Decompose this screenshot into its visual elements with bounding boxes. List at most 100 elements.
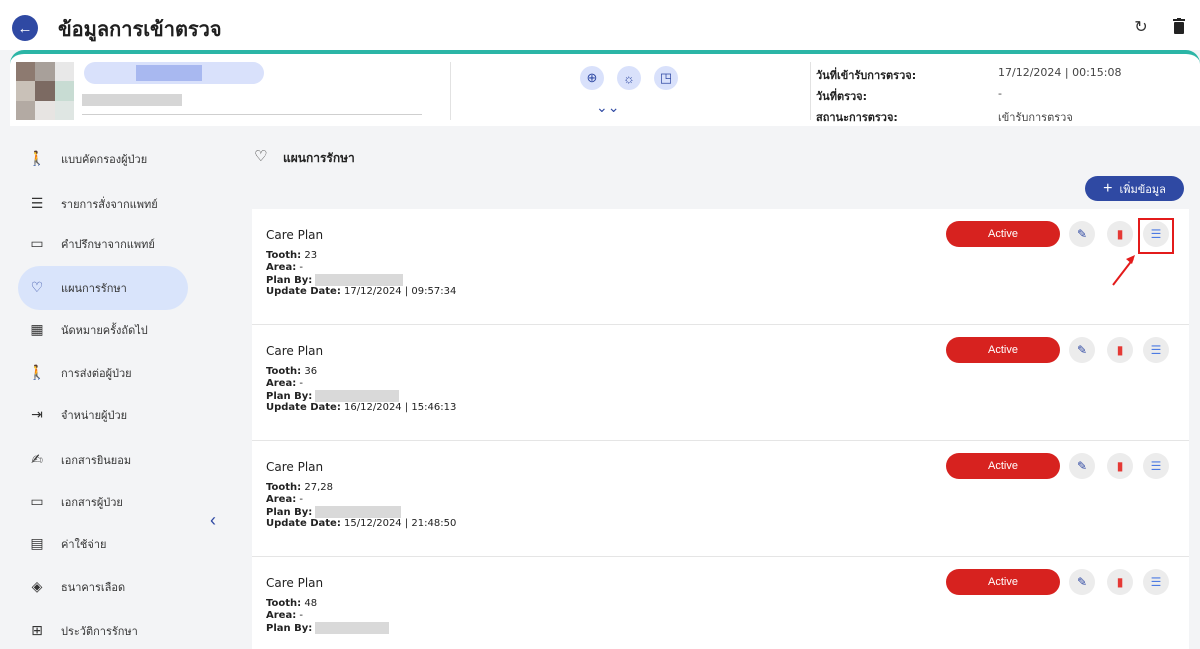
plan-tooth: Tooth: 36 — [266, 366, 318, 377]
edit-button[interactable]: ✎ — [1069, 453, 1095, 479]
status-badge[interactable]: Active — [946, 569, 1060, 595]
care-plan-card: Care Plan Tooth: 36 Area: - Plan By: Upd… — [252, 325, 1189, 441]
status-badge[interactable]: Active — [946, 453, 1060, 479]
chevron-left-icon: ‹ — [210, 510, 216, 530]
pencil-icon: ✎ — [1076, 575, 1088, 589]
avatar — [16, 62, 74, 120]
page-title: ข้อมูลการเข้าตรวจ — [58, 17, 222, 41]
plan-title: Care Plan — [266, 576, 324, 590]
back-button[interactable]: ← — [12, 15, 38, 41]
care-plan-card: Care Plan Tooth: 23 Area: - Plan By: Upd… — [252, 209, 1189, 325]
calendar-next-icon: ▦ — [30, 322, 44, 338]
sidebar-item-consent-documents[interactable]: ✍ เอกสารยินยอม — [18, 439, 188, 481]
visit-date-value: 17/12/2024 | 00:15:08 — [998, 66, 1122, 79]
sidebar-item-treatment-history[interactable]: ⊞ ประวัติการรักษา — [18, 610, 188, 649]
annotation-highlight-box — [1138, 218, 1174, 254]
list-icon: ☰ — [1150, 575, 1162, 589]
trash-icon: ▮ — [1116, 459, 1124, 473]
visit-date-label: วันที่เข้ารับการตรวจ: — [816, 69, 917, 82]
note-button[interactable]: ◳ — [654, 66, 678, 90]
medical-history-icon: ⊞ — [31, 623, 43, 639]
edit-button[interactable]: ✎ — [1069, 337, 1095, 363]
plan-area: Area: - — [266, 610, 303, 621]
sidebar-item-expenses[interactable]: ▤ ค่าใช้จ่าย — [18, 523, 188, 565]
refresh-icon: ↻ — [1134, 19, 1148, 36]
blood-drop-icon: ◈ — [31, 579, 43, 595]
screening-icon: 🚶 — [28, 151, 46, 167]
plan-area: Area: - — [266, 378, 303, 389]
exam-date-value: - — [998, 87, 1002, 100]
plan-update-date: Update Date: 17/12/2024 | 09:57:34 — [266, 286, 457, 297]
plan-area: Area: - — [266, 262, 303, 273]
arrow-left-icon: ← — [17, 19, 33, 37]
trash-icon: ▮ — [1116, 343, 1124, 357]
status-badge[interactable]: Active — [946, 337, 1060, 363]
divider — [810, 62, 811, 120]
settings-sun-button[interactable]: ☼ — [617, 66, 641, 90]
app-window: ← ข้อมูลการเข้าตรวจ ↻ ⊕ ☼ ◳ ⌄⌄ วันที่เข้… — [0, 0, 1200, 649]
plan-tooth: Tooth: 48 — [266, 598, 318, 609]
edit-button[interactable]: ✎ — [1069, 221, 1095, 247]
sidebar-item-next-appointment[interactable]: ▦ นัดหมายครั้งถัดไป — [18, 309, 188, 351]
collapse-sidebar-button[interactable]: ‹ — [210, 510, 216, 531]
sidebar-item-patient-transfer[interactable]: 🚶 การส่งต่อผู้ป่วย — [18, 352, 188, 394]
trash-icon: ▮ — [1116, 575, 1124, 589]
patient-name-blurred — [84, 62, 264, 84]
sidebar-item-blood-bank[interactable]: ◈ ธนาคารเลือด — [18, 566, 188, 608]
details-list-button[interactable]: ☰ — [1143, 569, 1169, 595]
trash-icon: ▮ — [1116, 227, 1124, 241]
sidebar-item-discharge[interactable]: ⇥ จำหน่ายผู้ป่วย — [18, 394, 188, 436]
plan-update-date: Update Date: 15/12/2024 | 21:48:50 — [266, 518, 457, 529]
plus-icon: + — [1103, 179, 1113, 197]
plan-tooth: Tooth: 27,28 — [266, 482, 333, 493]
delete-visit-button[interactable] — [1168, 16, 1190, 38]
patient-transfer-icon: 🚶 — [28, 365, 46, 381]
sun-icon: ☼ — [623, 70, 635, 86]
top-bar: ← ข้อมูลการเข้าตรวจ ↻ — [0, 0, 1200, 50]
sidebar-item-care-plan[interactable]: ♡ แผนการรักษา — [18, 266, 188, 310]
delete-button[interactable]: ▮ — [1107, 337, 1133, 363]
details-list-button[interactable]: ☰ — [1143, 337, 1169, 363]
sidebar-item-consultation[interactable]: ▭ คำปรึกษาจากแพทย์ — [18, 223, 188, 265]
plan-by: Plan By: — [266, 274, 404, 286]
section-title: แผนการรักษา — [283, 151, 355, 165]
refresh-button[interactable]: ↻ — [1130, 16, 1152, 38]
divider — [450, 62, 451, 120]
delete-button[interactable]: ▮ — [1107, 569, 1133, 595]
trash-icon — [1173, 17, 1185, 34]
care-plan-card: Care Plan Tooth: 27,28 Area: - Plan By: … — [252, 441, 1189, 557]
folder-icon: ▭ — [30, 494, 44, 510]
edit-button[interactable]: ✎ — [1069, 569, 1095, 595]
sidebar-item-patient-documents[interactable]: ▭ เอกสารผู้ป่วย — [18, 481, 188, 523]
vital-signs-button[interactable]: ⊕ — [580, 66, 604, 90]
pencil-icon: ✎ — [1076, 343, 1088, 357]
pencil-icon: ✎ — [1076, 459, 1088, 473]
consent-sign-icon: ✍ — [31, 452, 43, 468]
status-badge[interactable]: Active — [946, 221, 1060, 247]
sidebar-item-doctor-orders[interactable]: ☰ รายการสั่งจากแพทย์ — [18, 183, 188, 225]
care-plan-hand-icon: ♡ — [30, 280, 44, 296]
plan-update-date: Update Date: 16/12/2024 | 15:46:13 — [266, 402, 457, 413]
plan-title: Care Plan — [266, 228, 324, 242]
plan-by: Plan By: — [266, 506, 402, 518]
delete-button[interactable]: ▮ — [1107, 453, 1133, 479]
exam-status-label: สถานะการตรวจ: — [816, 111, 898, 124]
discharge-exit-icon: ⇥ — [31, 407, 43, 423]
sidebar-item-screening[interactable]: 🚶 แบบคัดกรองผู้ป่วย — [18, 138, 188, 180]
patient-summary-card: ⊕ ☼ ◳ ⌄⌄ วันที่เข้ารับการตรวจ: 17/12/202… — [10, 50, 1200, 126]
delete-button[interactable]: ▮ — [1107, 221, 1133, 247]
plan-title: Care Plan — [266, 344, 324, 358]
consult-chat-icon: ▭ — [30, 236, 44, 252]
plan-by: Plan By: — [266, 622, 390, 634]
annotation-arrow-icon — [1112, 255, 1135, 286]
care-plan-card: Care Plan Tooth: 48 Area: - Plan By: Act… — [252, 557, 1189, 649]
pencil-icon: ✎ — [1076, 227, 1088, 241]
receipt-icon: ▤ — [30, 536, 44, 552]
order-list-icon: ☰ — [30, 196, 44, 212]
details-list-button[interactable]: ☰ — [1143, 453, 1169, 479]
chevron-double-down-icon[interactable]: ⌄⌄ — [596, 100, 619, 116]
plan-by: Plan By: — [266, 390, 400, 402]
add-data-button[interactable]: + เพิ่มข้อมูล — [1085, 176, 1184, 201]
plan-tooth: Tooth: 23 — [266, 250, 318, 261]
sidebar: 🚶 แบบคัดกรองผู้ป่วย ☰ รายการสั่งจากแพทย์ ▭… — [0, 126, 232, 649]
